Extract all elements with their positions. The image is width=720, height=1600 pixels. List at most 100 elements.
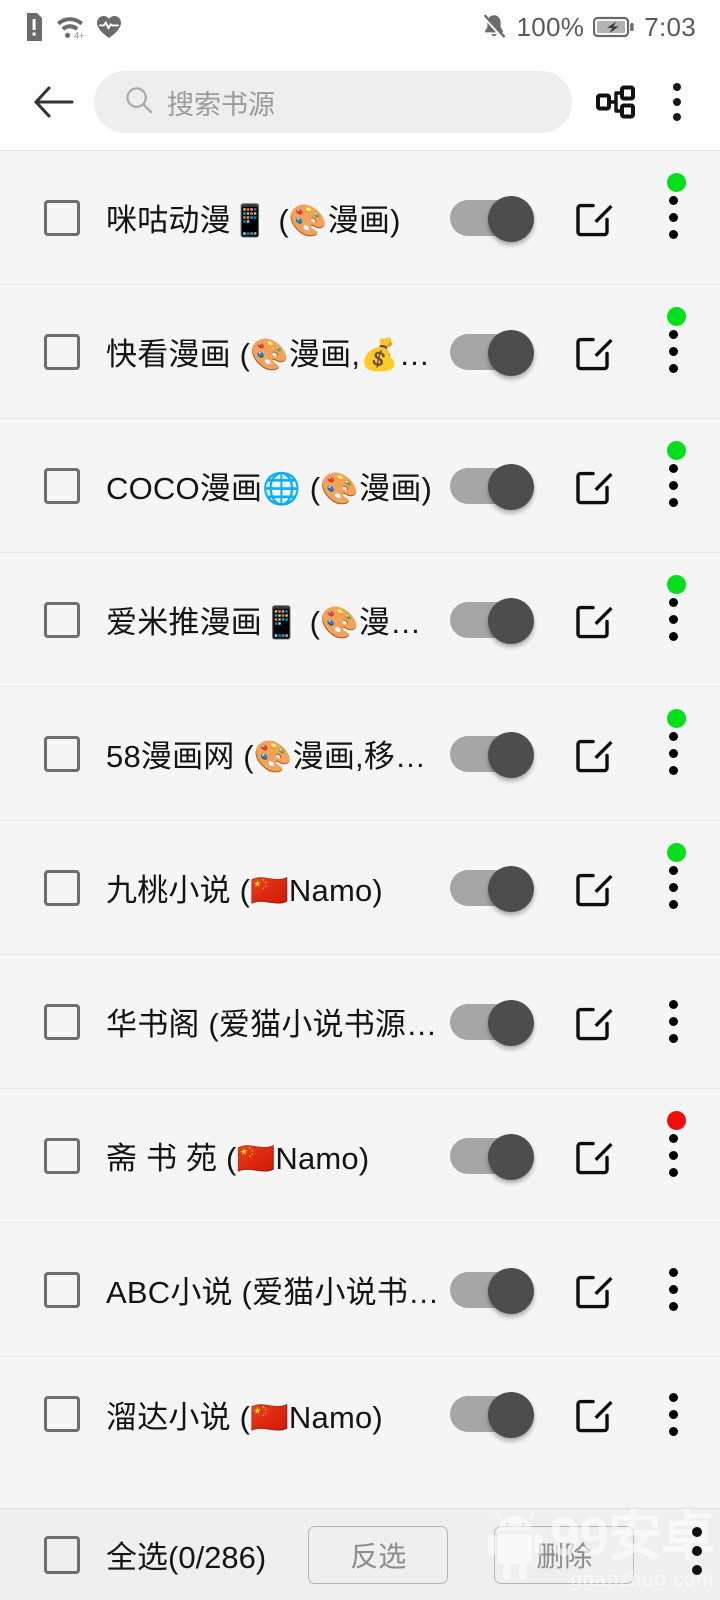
kebab-dot — [668, 1285, 678, 1294]
row-overflow-button[interactable] — [650, 1384, 696, 1444]
status-dot-green — [667, 575, 686, 594]
bottom-action-bar: 全选(0/286) 反选 删除 99安卓 ggapzhuo.com — [0, 1508, 720, 1600]
table-row[interactable]: 58漫画网 (🎨漫画,移… — [0, 687, 720, 821]
row-overflow-button[interactable] — [650, 992, 696, 1052]
kebab-dot — [668, 1409, 678, 1419]
battery-percent-label: 100% — [516, 11, 585, 42]
enable-toggle[interactable] — [450, 463, 534, 510]
row-overflow-button[interactable] — [650, 188, 696, 248]
row-checkbox[interactable] — [44, 1137, 80, 1174]
back-button[interactable] — [22, 71, 84, 133]
svg-text:4+: 4+ — [74, 31, 84, 40]
app-toolbar: 搜索书源 — [0, 54, 720, 150]
table-row[interactable]: 华书阁 (爱猫小说书源… — [0, 955, 720, 1089]
toolbar-overflow-button[interactable] — [652, 70, 702, 134]
edit-icon — [576, 605, 613, 638]
kebab-dot — [673, 83, 681, 91]
row-checkbox[interactable] — [44, 1396, 80, 1432]
edit-button[interactable] — [568, 1130, 620, 1182]
search-icon — [124, 85, 154, 120]
table-row[interactable]: 爱米推漫画📱 (🎨漫… — [0, 553, 720, 687]
toggle-thumb — [488, 597, 534, 644]
edit-button[interactable] — [568, 1264, 620, 1316]
enable-toggle[interactable] — [450, 1267, 534, 1314]
row-label: 斋 书 苑 (🇨🇳Namo) — [106, 1141, 370, 1176]
toggle-thumb — [488, 1392, 534, 1438]
enable-toggle[interactable] — [450, 865, 534, 912]
enable-toggle[interactable] — [450, 1133, 534, 1180]
row-label: 58漫画网 (🎨漫画,移… — [106, 739, 427, 774]
kebab-dot — [668, 1302, 678, 1311]
kebab-dot — [668, 213, 678, 222]
kebab-dot — [668, 766, 678, 775]
search-input[interactable]: 搜索书源 — [94, 71, 572, 133]
status-dot-green — [667, 843, 686, 862]
edit-button[interactable] — [568, 326, 620, 378]
enable-toggle[interactable] — [450, 999, 534, 1046]
kebab-dot — [668, 866, 678, 875]
kebab-dot — [692, 1527, 702, 1537]
row-overflow-button[interactable] — [650, 724, 696, 784]
row-overflow-button[interactable] — [650, 858, 696, 918]
status-dot-green — [667, 307, 686, 326]
delete-button[interactable]: 删除 — [494, 1525, 635, 1584]
row-checkbox[interactable] — [44, 199, 80, 236]
edit-button[interactable] — [568, 594, 620, 646]
heart-rate-icon — [96, 15, 122, 39]
toggle-thumb — [488, 999, 534, 1046]
edit-button[interactable] — [568, 460, 620, 512]
row-label: COCO漫画🌐 (🎨漫画) — [106, 471, 433, 506]
edit-button[interactable] — [568, 192, 620, 244]
row-overflow-button[interactable] — [650, 322, 696, 382]
row-overflow-button[interactable] — [650, 590, 696, 650]
clock-label: 7:03 — [644, 11, 696, 42]
table-row[interactable]: 快看漫画 (🎨漫画,💰… — [0, 285, 720, 419]
source-group-button[interactable] — [584, 70, 648, 134]
sim-alert-icon — [24, 13, 44, 41]
kebab-dot — [668, 1268, 678, 1277]
bottom-overflow-button[interactable] — [692, 1527, 702, 1575]
row-label: 咪咕动漫📱 (🎨漫画) — [106, 203, 401, 238]
table-row[interactable]: 咪咕动漫📱 (🎨漫画) — [0, 151, 720, 285]
kebab-dot — [668, 1000, 678, 1009]
row-overflow-button[interactable] — [650, 456, 696, 516]
table-row[interactable]: ABC小说 (爱猫小说书… — [0, 1223, 720, 1357]
row-label: ABC小说 (爱猫小说书… — [106, 1275, 440, 1310]
edit-icon — [576, 1007, 613, 1040]
book-source-list[interactable]: 咪咕动漫📱 (🎨漫画) 快看漫画 (🎨漫画,💰… COCO漫画🌐 (🎨漫画) 爱米推漫… — [0, 151, 720, 1471]
enable-toggle[interactable] — [450, 195, 534, 242]
edit-button[interactable] — [568, 862, 620, 914]
enable-toggle[interactable] — [450, 597, 534, 644]
table-row[interactable]: COCO漫画🌐 (🎨漫画) — [0, 419, 720, 553]
enable-toggle[interactable] — [450, 731, 534, 778]
row-checkbox[interactable] — [44, 735, 80, 772]
row-checkbox[interactable] — [44, 1271, 80, 1308]
status-bar: 4+ 100% 7:03 — [0, 0, 720, 54]
kebab-dot — [668, 330, 678, 339]
edit-icon — [576, 1399, 613, 1433]
edit-icon — [576, 337, 613, 370]
edit-button[interactable] — [568, 996, 620, 1048]
row-overflow-button[interactable] — [650, 1260, 696, 1320]
kebab-dot — [668, 196, 678, 205]
select-all-checkbox[interactable] — [44, 1535, 80, 1574]
row-checkbox[interactable] — [44, 333, 80, 370]
table-row[interactable]: 九桃小说 (🇨🇳Namo) — [0, 821, 720, 955]
toggle-thumb — [488, 1267, 534, 1314]
enable-toggle[interactable] — [450, 1392, 534, 1438]
row-checkbox[interactable] — [44, 601, 80, 638]
status-dot-green — [667, 173, 686, 192]
edit-icon — [576, 1141, 613, 1174]
edit-button[interactable] — [568, 728, 620, 780]
kebab-dot — [668, 883, 678, 892]
row-checkbox[interactable] — [44, 467, 80, 504]
kebab-dot — [668, 1392, 678, 1402]
invert-selection-button[interactable]: 反选 — [308, 1525, 449, 1584]
row-checkbox[interactable] — [44, 1003, 80, 1040]
row-overflow-button[interactable] — [650, 1126, 696, 1186]
table-row[interactable]: 斋 书 苑 (🇨🇳Namo) — [0, 1089, 720, 1223]
enable-toggle[interactable] — [450, 329, 534, 376]
edit-button[interactable] — [568, 1388, 620, 1440]
table-row[interactable]: 溜达小说 (🇨🇳Namo) — [0, 1357, 720, 1471]
row-checkbox[interactable] — [44, 869, 80, 906]
